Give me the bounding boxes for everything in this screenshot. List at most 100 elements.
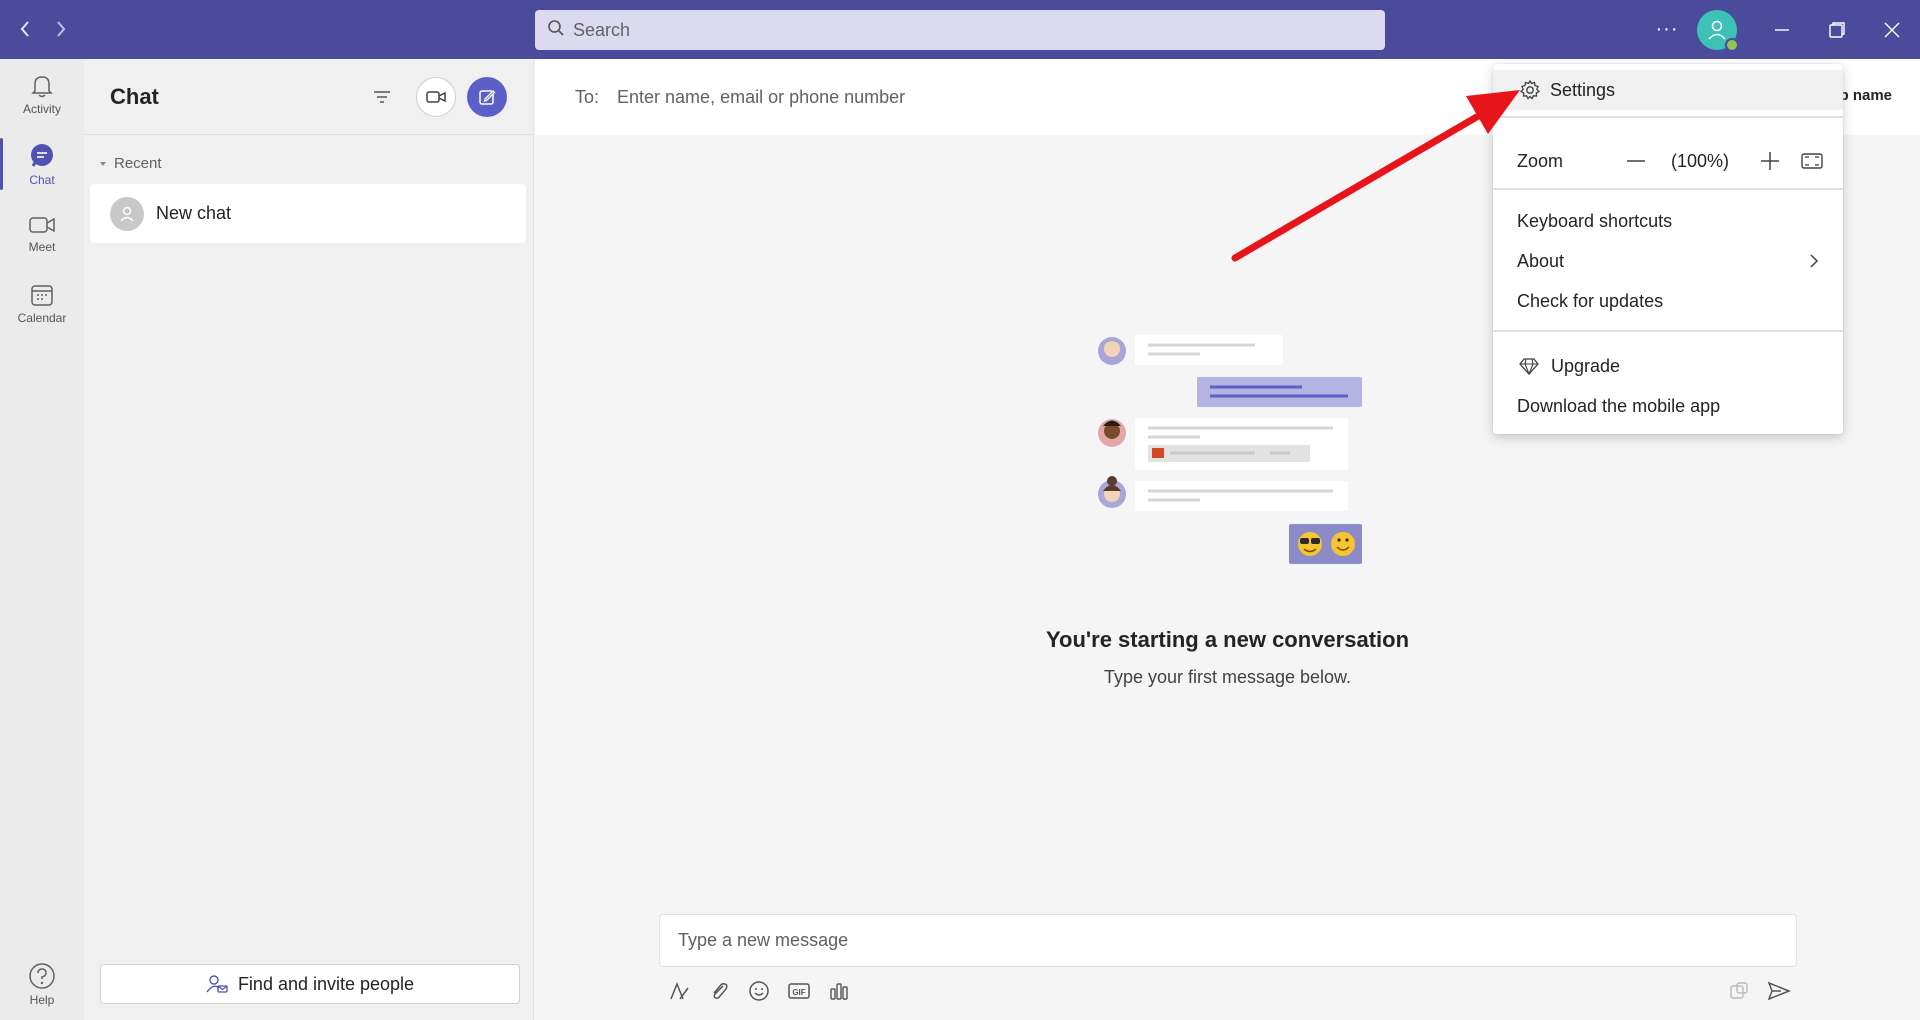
- restore-icon: [1829, 22, 1845, 38]
- filter-button[interactable]: [362, 77, 402, 117]
- add-group-name-link[interactable]: p name: [1839, 87, 1892, 104]
- gif-icon: GIF: [788, 983, 810, 999]
- loop-component-button[interactable]: [1725, 977, 1753, 1005]
- video-icon: [29, 216, 55, 233]
- emoji-icon: [749, 981, 769, 1001]
- search-icon: [547, 19, 565, 42]
- send-button[interactable]: [1765, 977, 1793, 1005]
- compose-box[interactable]: [659, 914, 1797, 967]
- menu-item-check-updates[interactable]: Check for updates: [1493, 281, 1843, 321]
- zoom-value: (100%): [1671, 150, 1730, 171]
- chat-icon: [31, 143, 53, 167]
- poll-button[interactable]: [825, 977, 853, 1005]
- meet-now-button[interactable]: [416, 77, 456, 117]
- find-people-label: Find and invite people: [237, 973, 415, 994]
- more-options-button[interactable]: ···: [1652, 14, 1682, 44]
- bell-icon: [31, 75, 53, 97]
- app-rail: Activity Chat Meet Calendar Help: [0, 59, 84, 1020]
- svg-text:GIF: GIF: [792, 988, 805, 997]
- rail-item-activity[interactable]: Activity: [0, 62, 84, 126]
- plus-icon: [1761, 152, 1779, 170]
- conversation-title: You're starting a new conversation: [1045, 627, 1410, 652]
- rail-item-help[interactable]: Help: [0, 952, 84, 1016]
- loop-icon: [1730, 982, 1748, 999]
- rail-item-chat[interactable]: Chat: [0, 132, 84, 196]
- list-item[interactable]: New chat: [90, 184, 526, 243]
- menu-item-upgrade[interactable]: Upgrade: [1493, 346, 1843, 386]
- format-button[interactable]: [665, 977, 693, 1005]
- chevron-right-icon: [1810, 254, 1819, 268]
- caret-down-icon: [100, 161, 106, 166]
- menu-label: Settings: [1550, 79, 1616, 100]
- filter-icon: [374, 91, 390, 103]
- zoom-in-button[interactable]: [1757, 148, 1783, 174]
- menu-item-keyboard-shortcuts[interactable]: Keyboard shortcuts: [1493, 201, 1843, 241]
- rail-label: Calendar: [17, 310, 67, 325]
- send-icon: [1767, 981, 1791, 1001]
- search-box[interactable]: [535, 10, 1385, 50]
- paperclip-icon: [713, 983, 728, 999]
- page-title: Chat: [110, 83, 159, 109]
- new-chat-button[interactable]: [467, 77, 507, 117]
- gif-button[interactable]: GIF: [785, 977, 813, 1005]
- new-conversation-illustration: [1098, 335, 1362, 564]
- video-icon: [426, 91, 446, 103]
- attach-button[interactable]: [705, 977, 733, 1005]
- recipient-input[interactable]: [617, 86, 1218, 108]
- chat-list-pane: Chat Recent New chat Find and invite peo…: [84, 59, 534, 1020]
- menu-item-settings[interactable]: Settings: [1493, 70, 1843, 110]
- zoom-out-button[interactable]: [1623, 148, 1649, 174]
- calendar-icon: [31, 284, 53, 306]
- fit-to-window-button[interactable]: [1797, 148, 1827, 174]
- menu-label: Download the mobile app: [1517, 395, 1721, 416]
- menu-label: Check for updates: [1517, 290, 1664, 311]
- invite-person-icon: [206, 975, 228, 993]
- diamond-icon: [1519, 358, 1539, 375]
- chat-header: Chat: [84, 59, 533, 135]
- rail-item-calendar[interactable]: Calendar: [0, 271, 84, 335]
- restore-button[interactable]: [1815, 10, 1859, 50]
- rail-label: Chat: [29, 172, 55, 187]
- back-arrow-icon[interactable]: [10, 14, 40, 44]
- presence-badge: [1725, 38, 1739, 52]
- conversation-subtitle: Type your first message below.: [1103, 667, 1352, 687]
- help-icon: [29, 962, 55, 989]
- menu-divider: [1493, 330, 1843, 332]
- poll-icon: [830, 983, 848, 1000]
- menu-label: Keyboard shortcuts: [1517, 210, 1673, 231]
- forward-arrow-icon[interactable]: [46, 14, 76, 44]
- format-icon: [670, 981, 689, 1000]
- compose-icon: [479, 90, 496, 105]
- fit-screen-icon: [1801, 153, 1823, 169]
- chat-item-name: New chat: [156, 203, 232, 223]
- minimize-icon: [1775, 29, 1789, 31]
- minus-icon: [1627, 160, 1645, 162]
- rail-item-meet[interactable]: Meet: [0, 201, 84, 265]
- menu-divider: [1493, 116, 1843, 118]
- zoom-row: Zoom (100%): [1493, 136, 1843, 186]
- menu-item-download-mobile[interactable]: Download the mobile app: [1493, 386, 1843, 426]
- zoom-label: Zoom: [1517, 150, 1564, 171]
- search-input[interactable]: [573, 19, 1353, 41]
- recent-label: Recent: [114, 155, 162, 172]
- message-input[interactable]: [678, 930, 1758, 951]
- person-icon: [1708, 20, 1726, 40]
- gear-icon: [1519, 79, 1541, 100]
- menu-item-about[interactable]: About: [1493, 241, 1843, 281]
- avatar: [110, 196, 144, 231]
- minimize-button[interactable]: [1760, 10, 1804, 50]
- rail-label: Activity: [22, 101, 61, 116]
- close-icon: [1884, 22, 1900, 38]
- menu-divider: [1493, 188, 1843, 190]
- menu-label: About: [1517, 250, 1565, 271]
- recent-section-header[interactable]: Recent: [98, 155, 162, 172]
- emoji-button[interactable]: [745, 977, 773, 1005]
- find-invite-people-button[interactable]: Find and invite people: [100, 964, 520, 1004]
- profile-avatar[interactable]: [1697, 10, 1739, 52]
- title-bar: ···: [0, 0, 1920, 59]
- to-label: To:: [575, 86, 600, 107]
- close-button[interactable]: [1870, 10, 1914, 50]
- menu-label: Upgrade: [1551, 355, 1621, 376]
- settings-menu: Settings Zoom (100%) Keyboard shortcuts …: [1493, 64, 1843, 434]
- rail-label: Meet: [28, 239, 56, 254]
